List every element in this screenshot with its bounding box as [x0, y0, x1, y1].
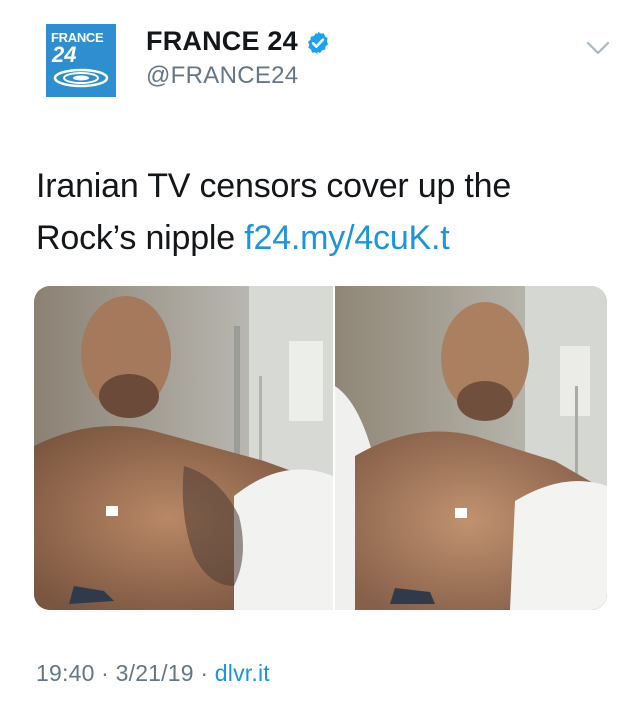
user-handle[interactable]: @FRANCE24 — [146, 62, 298, 90]
tweet-date[interactable]: 3/21/19 — [116, 660, 194, 686]
display-name[interactable]: FRANCE 24 — [146, 26, 298, 57]
tweet-time[interactable]: 19:40 — [36, 660, 95, 686]
tweet-text: Iranian TV censors cover up the Rock’s n… — [36, 160, 606, 264]
tweet-meta: 19:40 · 3/21/19 · dlvr.it — [36, 660, 270, 687]
tweet-card: FRANCE 24 FRANCE 24 @FRANCE24 Iranian TV… — [0, 0, 640, 719]
meta-separator: · — [94, 660, 116, 686]
avatar[interactable]: FRANCE 24 — [46, 24, 116, 97]
original-hospital-photo[interactable] — [34, 286, 333, 610]
france24-logo-icon — [53, 68, 109, 88]
tweet-link[interactable]: f24.my/4cuK.t — [244, 219, 449, 257]
tweet-media[interactable] — [34, 286, 607, 610]
tweet-source[interactable]: dlvr.it — [215, 660, 270, 686]
chevron-down-icon[interactable] — [585, 40, 611, 56]
censored-hospital-photo[interactable] — [335, 286, 607, 610]
meta-separator: · — [193, 660, 215, 686]
verified-badge-icon — [307, 31, 329, 55]
